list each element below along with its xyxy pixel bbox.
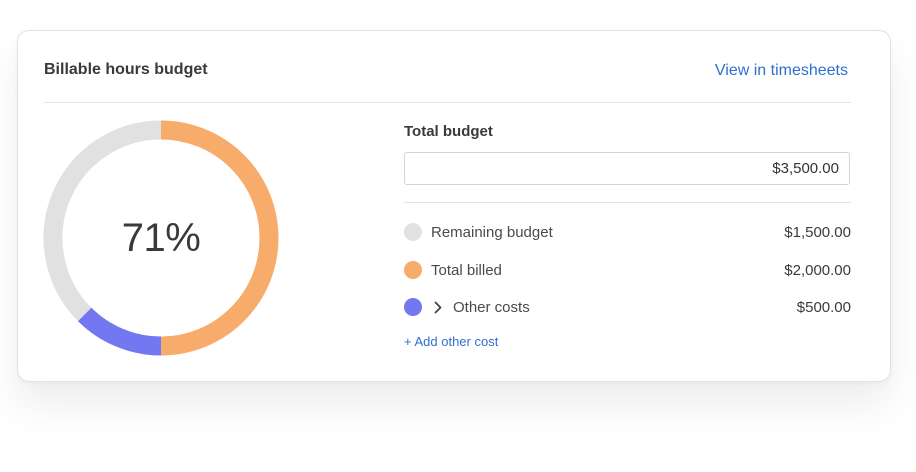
total-budget-label: Total budget <box>404 123 493 140</box>
remaining-budget-dot-icon <box>404 223 422 241</box>
other-costs-dot-icon <box>404 298 422 316</box>
breakdown-label: Total billed <box>431 261 502 279</box>
total-budget-input[interactable] <box>404 152 850 185</box>
billable-hours-card: Billable hours budget View in timesheets… <box>17 30 891 382</box>
breakdown-amount: $1,500.00 <box>784 223 851 241</box>
breakdown-amount: $500.00 <box>796 298 851 316</box>
add-other-cost-link[interactable]: + Add other cost <box>404 334 498 349</box>
breakdown-label: Remaining budget <box>431 223 553 241</box>
breakdown-label: Other costs <box>453 298 530 316</box>
donut-percent-label: 71% <box>121 215 201 260</box>
header-divider <box>44 102 851 103</box>
breakdown-row-other-costs[interactable]: Other costs $500.00 <box>404 295 851 319</box>
card-title: Billable hours budget <box>44 61 208 78</box>
list-divider <box>404 202 851 203</box>
view-in-timesheets-link[interactable]: View in timesheets <box>715 62 848 80</box>
breakdown-row-remaining-budget: Remaining budget $1,500.00 <box>404 220 851 244</box>
breakdown-amount: $2,000.00 <box>784 261 851 279</box>
breakdown-row-total-billed: Total billed $2,000.00 <box>404 258 851 282</box>
chevron-right-icon[interactable] <box>431 298 445 316</box>
total-billed-dot-icon <box>404 261 422 279</box>
